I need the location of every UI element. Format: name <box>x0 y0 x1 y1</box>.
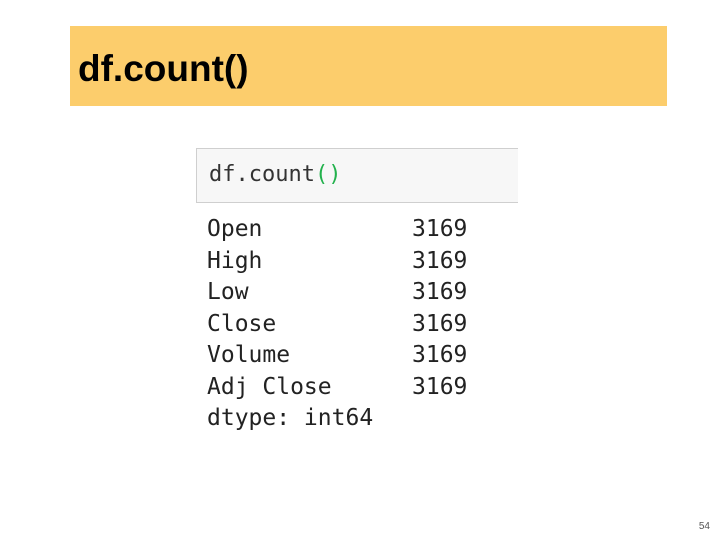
code-parens: () <box>314 162 342 187</box>
output-key: Adj Close <box>207 373 332 400</box>
output-value: 3169 <box>412 342 468 368</box>
page-number: 54 <box>698 521 710 532</box>
output-key: High <box>207 247 263 274</box>
code-call: df.count <box>209 162 315 187</box>
output-value: 3169 <box>412 247 468 274</box>
output-value: 3169 <box>412 373 468 400</box>
output-key: Open <box>207 216 263 242</box>
code-cell: df.count() <box>196 148 518 203</box>
slide-title: df.count() <box>78 48 249 89</box>
title-band: df.count() <box>70 26 667 106</box>
output-value: 3169 <box>412 310 468 337</box>
output-key: Close <box>207 310 277 337</box>
output-value: 3169 <box>412 216 468 242</box>
dtype-label: dtype: int64 <box>207 405 374 431</box>
code-line: df.count() <box>209 162 341 187</box>
output-key: Low <box>207 279 249 305</box>
output-key: Volume <box>207 342 291 368</box>
output-value: 3169 <box>412 279 468 305</box>
